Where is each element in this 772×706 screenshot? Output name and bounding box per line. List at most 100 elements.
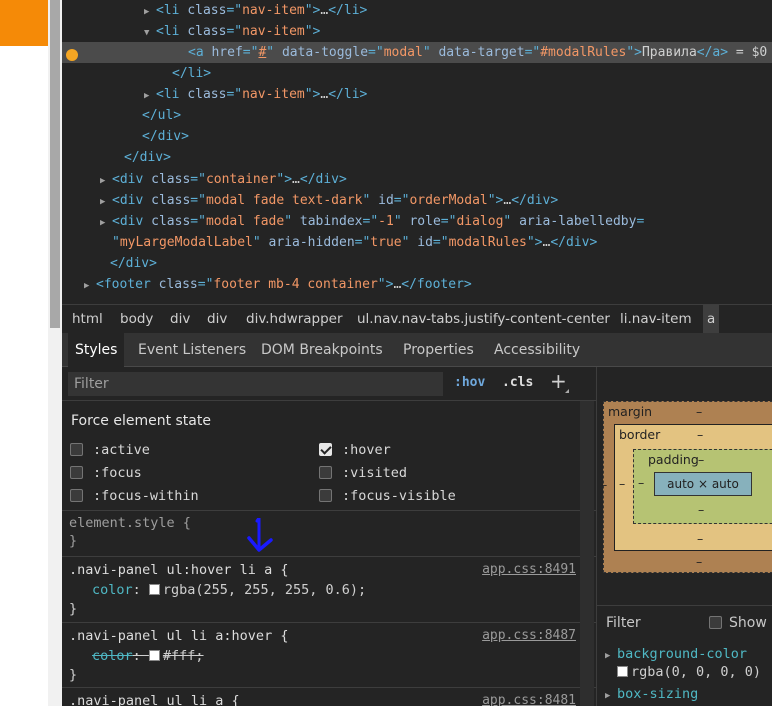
force-state-focus[interactable]: :focus <box>70 464 142 482</box>
markup-tag: " <box>362 193 379 208</box>
collapsed-triangle-icon[interactable]: ▶ <box>84 276 96 297</box>
force-state-active[interactable]: :active <box>70 441 150 459</box>
force-state-visited[interactable]: :visited <box>319 464 407 482</box>
tab-event-listeners[interactable]: Event Listeners <box>131 333 253 367</box>
computed-property-name[interactable]: background-color <box>617 646 747 662</box>
tab-properties[interactable]: Properties <box>396 333 481 367</box>
color-swatch-icon[interactable] <box>148 649 160 661</box>
computed-property-name[interactable]: box-sizing <box>617 686 698 702</box>
markup-tag: = <box>636 214 645 229</box>
padding-left-value[interactable]: – <box>638 475 644 490</box>
rule-selector[interactable]: .navi-panel ul li a:hover { <box>69 628 288 644</box>
color-swatch-icon[interactable] <box>148 583 160 595</box>
declaration-property[interactable]: color <box>92 648 133 664</box>
dom-node-line[interactable]: </div> <box>62 147 772 168</box>
border-left-value[interactable]: – <box>619 476 625 491</box>
breadcrumb: html body div div div.hdwrapper ul.nav.nav-ta… <box>62 304 772 333</box>
dom-node-line[interactable]: </div> <box>62 253 772 274</box>
collapsed-triangle-icon[interactable]: ▶ <box>100 213 112 234</box>
box-model-border[interactable]: border – – – padding – – – auto × auto <box>614 424 772 551</box>
computed-property[interactable]: ▶ background-color <box>605 646 747 662</box>
dom-node-line[interactable]: "myLargeModalLabel" aria-hidden="true" i… <box>62 232 772 253</box>
collapsed-triangle-icon[interactable]: ▶ <box>100 171 112 192</box>
annotation-arrow-icon <box>247 518 273 552</box>
padding-bottom-value[interactable]: – <box>698 502 704 517</box>
force-state-checkbox[interactable] <box>70 488 83 502</box>
breadcrumb-item[interactable]: html <box>68 305 107 333</box>
box-model-margin[interactable]: margin – – – border – – – padding – – – … <box>601 401 772 573</box>
collapsed-triangle-icon[interactable]: ▶ <box>605 651 617 661</box>
padding-top-value[interactable]: – <box>698 452 704 467</box>
computed-property-value[interactable]: rgba(0, 0, 0, 0) <box>617 664 761 680</box>
box-model-content[interactable]: auto × auto <box>654 472 752 496</box>
styles-filter-input[interactable] <box>68 372 443 396</box>
dom-node-line[interactable]: ▶ <div class="container">…</div> <box>62 169 772 190</box>
dom-node-line[interactable]: <a href="#" data-toggle="modal" data-tar… <box>62 42 772 63</box>
tab-accessibility[interactable]: Accessibility <box>487 333 587 367</box>
force-state-checkbox[interactable] <box>319 488 332 502</box>
dom-node-line[interactable]: ▶ <div class="modal fade" tabindex="-1" r… <box>62 211 772 232</box>
rule-source-link[interactable]: app.css:8481 <box>482 693 576 706</box>
force-state-focus-visible[interactable]: :focus-visible <box>319 487 456 505</box>
new-rule-menu-icon[interactable] <box>565 389 569 393</box>
computed-property[interactable]: ▶ box-sizing <box>605 686 698 702</box>
declaration-value[interactable]: rgba(255, 255, 255, 0.6); <box>163 582 366 598</box>
margin-top-value[interactable]: – <box>696 404 702 419</box>
cls-toggle-button[interactable]: .cls <box>502 375 533 390</box>
force-state-focus-within[interactable]: :focus-within <box>70 487 199 505</box>
collapsed-triangle-icon[interactable]: ▶ <box>605 691 617 701</box>
rule-source-link[interactable]: app.css:8491 <box>482 562 576 577</box>
collapsed-triangle-icon[interactable]: ▶ <box>144 2 156 23</box>
box-model-padding[interactable]: padding – – – auto × auto <box>633 449 772 524</box>
rule-declaration[interactable]: color: rgba(255, 255, 255, 0.6); <box>92 582 366 598</box>
border-bottom-value[interactable]: – <box>697 531 703 546</box>
dom-node-line[interactable]: ▼ <li class="nav-item"> <box>62 21 772 42</box>
border-top-value[interactable]: – <box>697 427 703 442</box>
breadcrumb-item[interactable]: a <box>703 305 720 333</box>
dom-node-line[interactable]: ▶ <li class="nav-item">…</li> <box>62 0 772 21</box>
styles-scrollbar[interactable] <box>580 401 594 706</box>
dom-breakpoint-icon[interactable] <box>66 49 78 61</box>
declaration-property[interactable]: color <box>92 582 133 598</box>
tab-dom-breakpoints[interactable]: DOM Breakpoints <box>254 333 390 367</box>
breadcrumb-item[interactable]: div <box>203 305 231 333</box>
element-style-rule[interactable]: element.style { } <box>62 510 596 556</box>
dom-node-line[interactable]: </div> <box>62 126 772 147</box>
declaration-value[interactable]: #fff; <box>163 648 204 664</box>
margin-left-value[interactable]: – <box>601 477 607 492</box>
rule-declaration[interactable]: color: #fff; <box>92 648 204 664</box>
page-scrollbar-thumb[interactable] <box>50 0 60 328</box>
computed-filter-input[interactable]: Filter <box>606 615 641 631</box>
expanded-triangle-icon[interactable]: ▼ <box>144 23 156 44</box>
rule-selector[interactable]: .navi-panel ul li a { <box>69 693 240 706</box>
color-swatch-icon[interactable] <box>617 665 628 677</box>
rule-selector[interactable]: .navi-panel ul:hover li a { <box>69 562 288 578</box>
show-all-checkbox[interactable] <box>709 616 722 629</box>
dom-node-line[interactable]: ▶ <li class="nav-item">…</li> <box>62 84 772 105</box>
margin-bottom-value[interactable]: – <box>696 554 702 569</box>
force-state-checkbox[interactable] <box>319 442 332 456</box>
css-rule[interactable]: .navi-panel ul li a { app.css:8481 <box>62 687 596 706</box>
markup-tag: =" <box>226 3 243 18</box>
collapsed-triangle-icon[interactable]: ▶ <box>144 86 156 107</box>
dom-node-line[interactable]: </ul> <box>62 105 772 126</box>
force-state-checkbox[interactable] <box>70 442 83 456</box>
force-state-checkbox[interactable] <box>70 465 83 479</box>
hov-toggle-button[interactable]: :hov <box>454 375 485 390</box>
collapsed-triangle-icon[interactable]: ▶ <box>100 192 112 213</box>
force-state-hover[interactable]: :hover <box>319 441 391 459</box>
css-rule[interactable]: .navi-panel ul li a:hover { app.css:8487 c… <box>62 622 596 688</box>
show-all-label[interactable]: Show all <box>729 615 772 631</box>
breadcrumb-item[interactable]: div <box>166 305 194 333</box>
breadcrumb-item[interactable]: ul.nav.nav-tabs.justify-content-center <box>353 305 614 333</box>
breadcrumb-item[interactable]: div.hdwrapper <box>242 305 347 333</box>
breadcrumb-item[interactable]: li.nav-item <box>616 305 696 333</box>
force-state-checkbox[interactable] <box>319 465 332 479</box>
tab-styles[interactable]: Styles <box>68 333 125 367</box>
rule-source-link[interactable]: app.css:8487 <box>482 628 576 643</box>
dom-node-line[interactable]: </li> <box>62 63 772 84</box>
dom-node-line[interactable]: ▶ <div class="modal fade text-dark" id="o… <box>62 190 772 211</box>
dom-node-line[interactable]: ▶ <footer class="footer mb-4 container">…… <box>62 274 772 295</box>
breadcrumb-item[interactable]: body <box>116 305 157 333</box>
css-rule[interactable]: .navi-panel ul:hover li a { app.css:8491 c… <box>62 556 596 622</box>
